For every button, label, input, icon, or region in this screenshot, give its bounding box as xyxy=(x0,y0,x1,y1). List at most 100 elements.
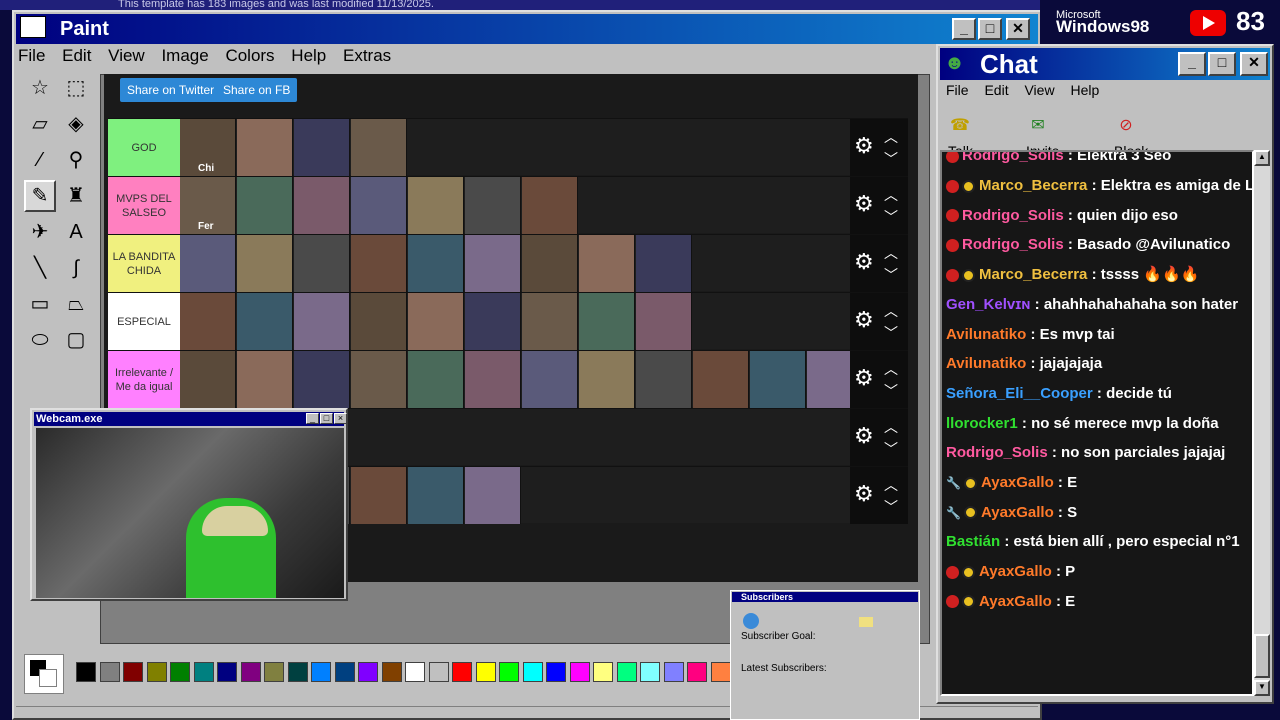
menu-image[interactable]: Image xyxy=(161,46,208,65)
tier-item-thumbnail[interactable] xyxy=(465,467,521,524)
palette-swatch[interactable] xyxy=(452,662,472,682)
move-up-icon[interactable]: ︿ xyxy=(884,301,898,321)
move-down-icon[interactable]: ﹀ xyxy=(884,381,898,401)
chat-menu-view[interactable]: View xyxy=(1024,82,1054,98)
chat-username[interactable]: AyaxGallo xyxy=(979,563,1052,580)
tier-item-thumbnail[interactable] xyxy=(465,177,521,234)
webcam-title-bar[interactable]: Webcam.exe xyxy=(34,412,344,426)
rect-select-icon[interactable]: ⬚ xyxy=(60,72,92,104)
rounded-rect-tool-icon[interactable]: ▢ xyxy=(60,324,92,356)
polygon-tool-icon[interactable]: ⏢ xyxy=(60,288,92,320)
palette-swatch[interactable] xyxy=(616,662,637,682)
tier-item-thumbnail[interactable] xyxy=(750,351,806,408)
palette-swatch[interactable] xyxy=(76,662,96,682)
tier-label[interactable]: ESPECIAL xyxy=(108,293,180,350)
tier-item-thumbnail[interactable] xyxy=(237,293,293,350)
move-down-icon[interactable]: ﹀ xyxy=(884,497,898,517)
tier-item-thumbnail[interactable] xyxy=(408,467,464,524)
webcam-maximize-button[interactable]: □ xyxy=(320,413,333,424)
palette-swatch[interactable] xyxy=(428,662,449,682)
text-tool-icon[interactable]: A xyxy=(60,216,92,248)
tier-item-thumbnail[interactable] xyxy=(294,119,350,176)
palette-swatch[interactable] xyxy=(193,662,214,682)
palette-swatch[interactable] xyxy=(99,662,120,682)
tier-item-thumbnail[interactable] xyxy=(180,235,236,292)
fill-bucket-icon[interactable]: ◈ xyxy=(60,108,92,140)
share-twitter-button[interactable]: Share on Twitter xyxy=(120,78,222,102)
chat-username[interactable]: Bastián xyxy=(946,533,1000,550)
move-up-icon[interactable]: ︿ xyxy=(884,185,898,205)
chat-username[interactable]: Rodrigo_Solis xyxy=(962,236,1064,253)
tier-item-thumbnail[interactable] xyxy=(180,293,236,350)
pencil-icon[interactable]: ✎ xyxy=(24,180,56,212)
chat-minimize-button[interactable]: _ xyxy=(1178,52,1206,76)
palette-swatch[interactable] xyxy=(358,662,378,682)
menu-extras[interactable]: Extras xyxy=(343,46,391,65)
gear-icon[interactable]: ⚙ xyxy=(854,365,874,391)
tier-item-thumbnail[interactable] xyxy=(522,235,578,292)
tier-item-thumbnail[interactable] xyxy=(294,235,350,292)
chat-messages[interactable]: Rodrigo_Solis : Elektra 3 Seo Marco_Becer… xyxy=(940,150,1254,696)
palette-swatch[interactable] xyxy=(240,662,261,682)
tier-item-thumbnail[interactable] xyxy=(522,351,578,408)
palette-swatch[interactable] xyxy=(146,662,167,682)
rectangle-tool-icon[interactable]: ▭ xyxy=(24,288,56,320)
eraser-icon[interactable]: ▱ xyxy=(24,108,56,140)
chat-username[interactable]: Marco_Becerra xyxy=(979,266,1087,283)
move-up-icon[interactable]: ︿ xyxy=(884,475,898,495)
palette-swatch[interactable] xyxy=(381,662,402,682)
palette-swatch[interactable] xyxy=(287,662,308,682)
gear-icon[interactable]: ⚙ xyxy=(854,249,874,275)
gear-icon[interactable]: ⚙ xyxy=(854,481,874,507)
palette-swatch[interactable] xyxy=(499,662,519,682)
chat-username[interactable]: Avilunatiko xyxy=(946,355,1026,372)
chat-username[interactable]: AyaxGallo xyxy=(981,504,1054,521)
tier-label[interactable]: MVPS DEL SALSEO xyxy=(108,177,180,234)
subscribers-title-bar[interactable]: Subscribers xyxy=(732,592,918,602)
gear-icon[interactable]: ⚙ xyxy=(854,423,874,449)
menu-colors[interactable]: Colors xyxy=(225,46,274,65)
tier-item-thumbnail[interactable] xyxy=(294,177,350,234)
tier-item-thumbnail[interactable] xyxy=(408,177,464,234)
line-tool-icon[interactable]: ╲ xyxy=(24,252,56,284)
chat-username[interactable]: Rodrigo_Solis xyxy=(962,207,1064,224)
tier-item-thumbnail[interactable] xyxy=(465,293,521,350)
current-colors[interactable] xyxy=(24,654,64,694)
palette-swatch[interactable] xyxy=(687,662,707,682)
tier-item-thumbnail[interactable] xyxy=(351,119,407,176)
tier-item-thumbnail[interactable] xyxy=(237,351,293,408)
palette-swatch[interactable] xyxy=(405,662,425,682)
chat-username[interactable]: Rodrigo_Solis xyxy=(962,152,1064,164)
move-down-icon[interactable]: ﹀ xyxy=(884,439,898,459)
tier-label[interactable]: Irrelevante / Me da igual xyxy=(108,351,180,408)
tier-item-thumbnail[interactable] xyxy=(579,351,635,408)
ellipse-tool-icon[interactable]: ⬭ xyxy=(24,324,56,356)
move-up-icon[interactable]: ︿ xyxy=(884,417,898,437)
color-picker-icon[interactable]: ⁄ xyxy=(24,144,56,176)
chat-username[interactable]: AyaxGallo xyxy=(981,474,1054,491)
move-up-icon[interactable]: ︿ xyxy=(884,243,898,263)
menu-edit[interactable]: Edit xyxy=(62,46,91,65)
close-button[interactable]: ✕ xyxy=(1006,18,1030,40)
chat-close-button[interactable]: ✕ xyxy=(1240,52,1268,76)
tier-item-thumbnail[interactable] xyxy=(579,293,635,350)
tier-item-thumbnail[interactable] xyxy=(351,351,407,408)
tier-item-thumbnail[interactable] xyxy=(237,119,293,176)
chat-menu-help[interactable]: Help xyxy=(1070,82,1099,98)
chat-username[interactable]: AyaxGallo xyxy=(979,593,1052,610)
tier-item-thumbnail[interactable] xyxy=(465,235,521,292)
chat-username[interactable]: llorocker1 xyxy=(946,415,1018,432)
tier-item-thumbnail[interactable] xyxy=(693,351,749,408)
minimize-button[interactable]: _ xyxy=(952,18,976,40)
brush-icon[interactable]: ♜ xyxy=(60,180,92,212)
tier-item-thumbnail[interactable] xyxy=(636,351,692,408)
move-down-icon[interactable]: ﹀ xyxy=(884,207,898,227)
palette-swatch[interactable] xyxy=(569,662,590,682)
palette-swatch[interactable] xyxy=(217,662,237,682)
magnifier-icon[interactable]: ⚲ xyxy=(60,144,92,176)
palette-swatch[interactable] xyxy=(522,662,543,682)
tier-item-thumbnail[interactable] xyxy=(180,351,236,408)
tier-item-thumbnail[interactable] xyxy=(636,235,692,292)
palette-swatch[interactable] xyxy=(334,662,355,682)
tier-item-thumbnail[interactable] xyxy=(351,467,407,524)
